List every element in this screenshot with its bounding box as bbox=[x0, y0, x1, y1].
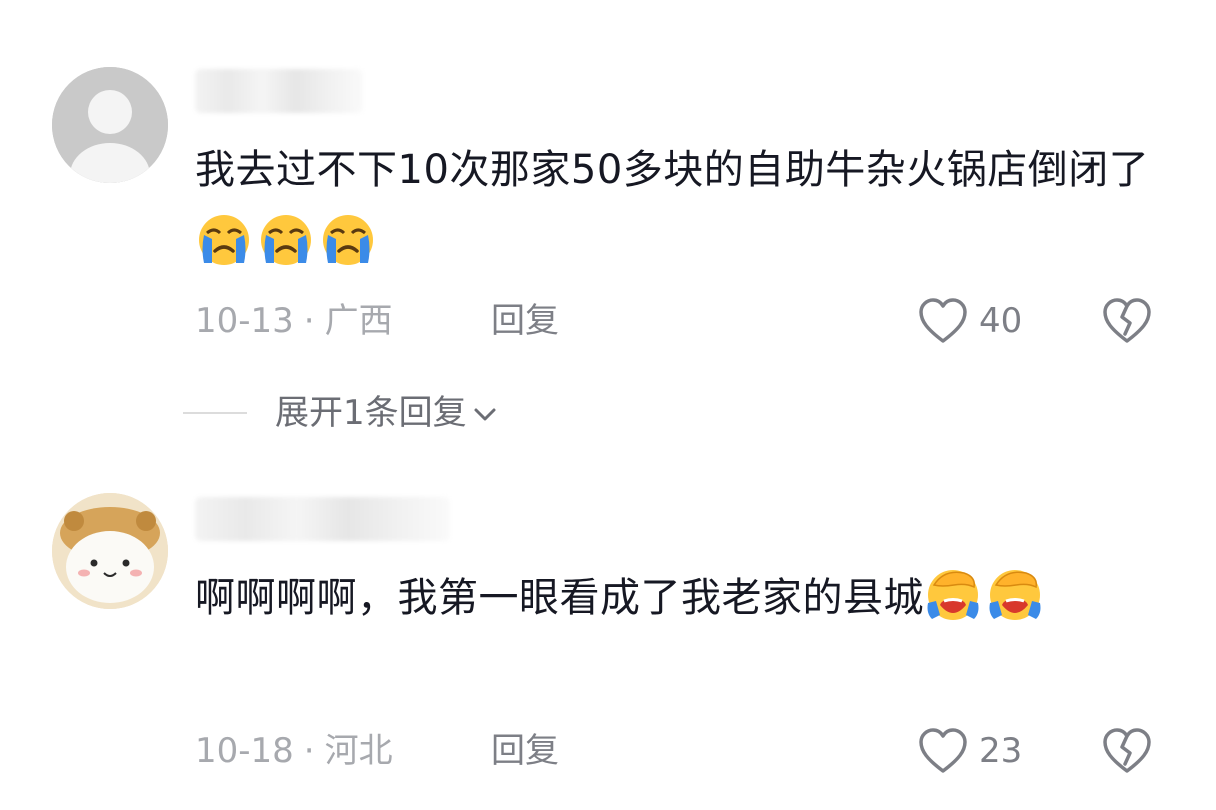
username-blurred[interactable] bbox=[195, 497, 450, 541]
like-count: 23 bbox=[979, 731, 1023, 771]
comment-date: 10-13 bbox=[195, 301, 294, 341]
avatar[interactable] bbox=[52, 493, 168, 609]
comment-location: 河北 bbox=[324, 731, 393, 771]
comment-date: 10-18 bbox=[195, 731, 294, 771]
comment-date-location: 10-13 · 广西 bbox=[195, 296, 393, 346]
heart-icon[interactable] bbox=[917, 297, 969, 345]
chevron-down-icon bbox=[474, 408, 496, 420]
comment-meta: 10-13 · 广西 回复 40 bbox=[195, 296, 1156, 346]
cat-avatar-icon bbox=[52, 493, 168, 609]
reply-button[interactable]: 回复 bbox=[491, 726, 559, 776]
like-count: 40 bbox=[979, 301, 1023, 341]
default-avatar-icon bbox=[52, 67, 168, 183]
broken-heart-icon[interactable] bbox=[1101, 727, 1153, 775]
facepalm-laugh-emoji-icon bbox=[986, 565, 1044, 623]
comment-location: 广西 bbox=[324, 301, 393, 341]
comment-body: 我去过不下10次那家50多块的自助牛杂火锅店倒闭了 bbox=[195, 147, 1150, 193]
meta-separator: · bbox=[303, 731, 315, 771]
meta-separator: · bbox=[303, 301, 315, 341]
broken-heart-icon[interactable] bbox=[1101, 297, 1153, 345]
facepalm-laugh-emoji-icon bbox=[924, 565, 982, 623]
crying-emoji-icon bbox=[319, 209, 377, 267]
comment-text: 我去过不下10次那家50多块的自助牛杂火锅店倒闭了 bbox=[195, 134, 1155, 278]
avatar[interactable] bbox=[52, 67, 168, 183]
username-blurred[interactable] bbox=[195, 69, 363, 113]
expand-replies-label: 展开1条回复 bbox=[275, 393, 467, 433]
divider-line bbox=[183, 412, 247, 414]
expand-replies-button[interactable]: 展开1条回复 bbox=[275, 388, 499, 438]
crying-emoji-icon bbox=[195, 209, 253, 267]
heart-icon[interactable] bbox=[917, 727, 969, 775]
crying-emoji-icon bbox=[257, 209, 315, 267]
comment-date-location: 10-18 · 河北 bbox=[195, 726, 393, 776]
reply-button[interactable]: 回复 bbox=[491, 296, 559, 346]
comment-list: 我去过不下10次那家50多块的自助牛杂火锅店倒闭了 10-13 · 广西 回复 40… bbox=[0, 0, 1216, 810]
comment-text: 啊啊啊啊，我第一眼看成了我老家的县城 bbox=[195, 562, 1155, 634]
comment-meta: 10-18 · 河北 回复 23 bbox=[195, 726, 1156, 776]
comment-body: 啊啊啊啊，我第一眼看成了我老家的县城 bbox=[195, 575, 924, 621]
